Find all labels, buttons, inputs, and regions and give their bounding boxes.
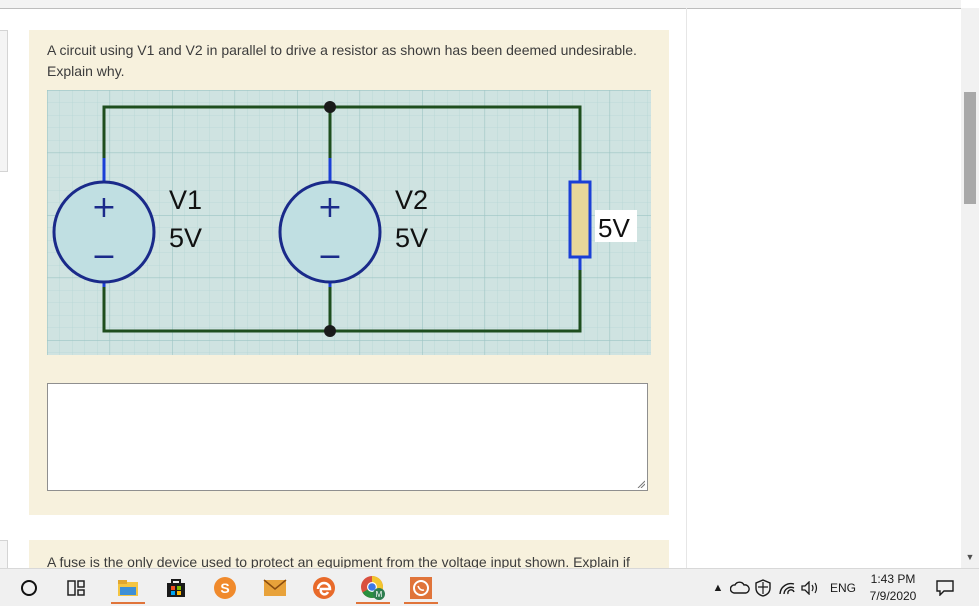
edge-icon[interactable]: [307, 573, 341, 602]
skype-icon[interactable]: S: [208, 573, 242, 602]
file-explorer-icon[interactable]: [111, 573, 145, 604]
clock-time: 1:43 PM: [870, 572, 916, 586]
windows-taskbar: S M ▲ ENG 1:43 PM 7/9/2020: [0, 568, 979, 606]
notifications-icon[interactable]: [930, 573, 960, 602]
answer-textarea[interactable]: [47, 383, 648, 491]
right-pane-divider: [686, 8, 687, 568]
v1-name: V1: [169, 185, 202, 215]
clock[interactable]: 1:43 PM 7/9/2020: [858, 571, 928, 605]
volume-icon[interactable]: [800, 580, 820, 595]
junction-bottom: [324, 325, 336, 337]
v2-value: 5V: [395, 223, 428, 253]
whatsapp-icon[interactable]: [404, 573, 438, 604]
question-text: A circuit using V1 and V2 in parallel to…: [47, 42, 637, 79]
security-shield-icon[interactable]: [754, 578, 772, 597]
scroll-down-arrow-icon[interactable]: ▼: [961, 548, 979, 566]
browser-top-edge: [0, 0, 961, 9]
chrome-badge: M: [376, 590, 383, 599]
v2-name: V2: [395, 185, 428, 215]
junction-top: [324, 101, 336, 113]
scrollbar-thumb[interactable]: [964, 92, 976, 204]
question-card-2: A fuse is the only device used to protec…: [29, 540, 669, 570]
circuit-diagram: + − V1 5V + − V2 5V 5V: [47, 90, 651, 355]
language-indicator[interactable]: ENG: [830, 581, 856, 595]
store-icon[interactable]: [159, 573, 193, 602]
clock-date: 7/9/2020: [869, 589, 917, 603]
left-panel-edge-2: [0, 540, 8, 570]
page-scrollbar[interactable]: ▼: [961, 8, 979, 568]
v1-minus: −: [91, 239, 116, 274]
task-view-icon[interactable]: [59, 573, 93, 602]
v2-plus: +: [317, 190, 342, 225]
left-panel-edge: [0, 30, 8, 172]
v1-value: 5V: [169, 223, 202, 253]
resize-grip-icon[interactable]: [637, 480, 645, 488]
chevron-up-icon[interactable]: ▲: [710, 582, 726, 594]
question-card: A circuit using V1 and V2 in parallel to…: [29, 30, 669, 515]
resistor: [568, 180, 592, 259]
v2-minus: −: [317, 239, 342, 274]
resistor-label: 5V: [598, 213, 630, 243]
mail-icon[interactable]: [258, 573, 292, 602]
wifi-icon[interactable]: [778, 581, 796, 595]
skype-glyph: S: [220, 580, 229, 596]
onedrive-cloud-icon[interactable]: [730, 581, 750, 595]
cortana-circle-icon[interactable]: [12, 573, 46, 602]
v1-plus: +: [91, 190, 116, 225]
chrome-icon[interactable]: M: [356, 573, 390, 604]
system-tray: ▲ ENG: [710, 569, 856, 606]
